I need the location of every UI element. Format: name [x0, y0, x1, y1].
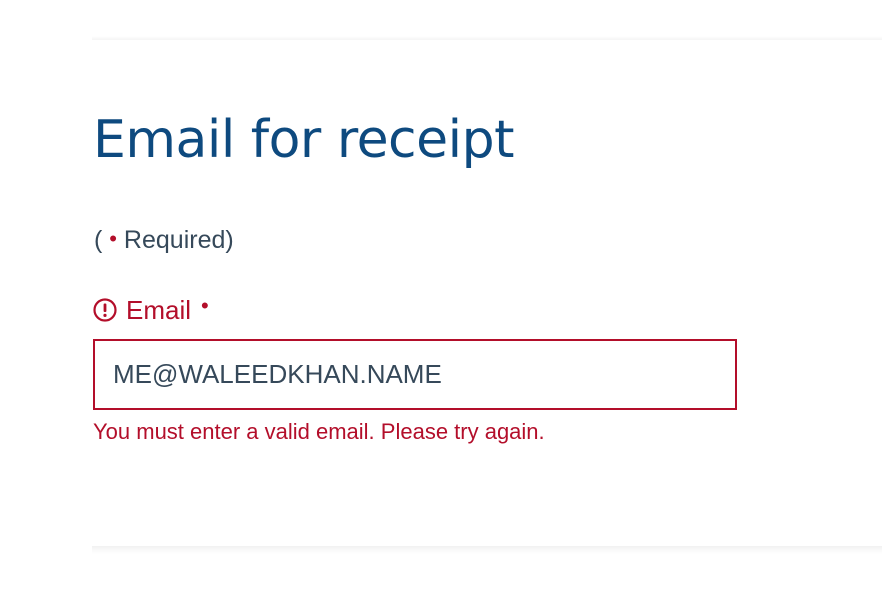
required-legend-open: ( [94, 226, 110, 254]
required-legend: ( • Required) [94, 224, 234, 257]
required-marker: • [109, 226, 117, 251]
page-title: Email for receipt [93, 110, 514, 170]
email-input[interactable] [93, 339, 737, 410]
email-error-message: You must enter a valid email. Please try… [93, 419, 545, 444]
email-required-marker: • [201, 293, 209, 318]
card-bottom-shadow [92, 546, 882, 554]
email-field-label: Email • [93, 293, 209, 326]
alert-circle-icon [93, 298, 117, 322]
email-label-text: Email [126, 295, 192, 325]
required-legend-text: Required) [116, 226, 234, 254]
